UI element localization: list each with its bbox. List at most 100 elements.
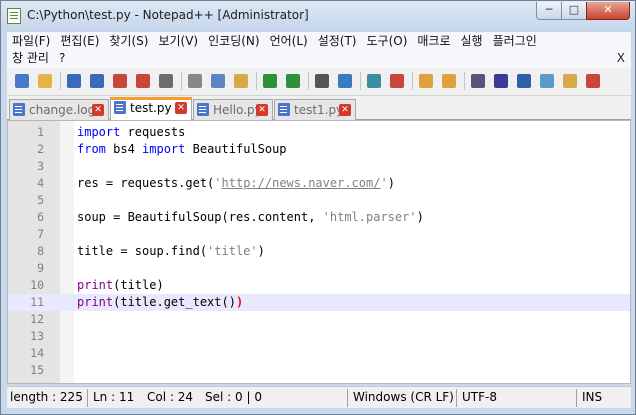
tab-label: test.py: [130, 101, 172, 115]
code-editor[interactable]: 1 import requests 2 from bs4 import Beautif…: [7, 120, 631, 384]
show-all-chars-icon[interactable]: [492, 72, 510, 90]
code-line[interactable]: 13: [8, 328, 630, 345]
menu-row2-1[interactable]: ?: [54, 50, 70, 67]
code-line[interactable]: 3: [8, 158, 630, 175]
menu-row1-10[interactable]: 플러그인: [488, 33, 542, 50]
status-divider: [576, 389, 577, 407]
code-line[interactable]: 8 title = soup.find('title'): [8, 243, 630, 260]
code-text[interactable]: print(title.get_text()): [77, 294, 243, 311]
maximize-button[interactable]: □: [561, 2, 587, 20]
code-line[interactable]: 9: [8, 260, 630, 277]
menu-row1-3[interactable]: 보기(V): [153, 33, 203, 50]
replace-icon[interactable]: [336, 72, 354, 90]
title-bar[interactable]: C:\Python\test.py - Notepad++ [Administr…: [1, 1, 635, 31]
copy-icon[interactable]: [209, 72, 227, 90]
close-all-icon[interactable]: [134, 72, 152, 90]
zoom-out-icon[interactable]: [388, 72, 406, 90]
tab-hello-py[interactable]: Hello.py ✕: [193, 99, 273, 120]
menu-row1-1[interactable]: 편집(E): [55, 33, 104, 50]
status-encoding[interactable]: UTF-8: [462, 390, 497, 404]
code-line[interactable]: 14: [8, 345, 630, 362]
find-icon[interactable]: [313, 72, 331, 90]
menu-row1-7[interactable]: 도구(O): [362, 33, 413, 50]
tab-test-py[interactable]: test.py ✕: [110, 97, 192, 120]
menu-row1-0[interactable]: 파일(F): [7, 33, 55, 50]
line-number: 10: [30, 278, 44, 292]
menu-row1-5[interactable]: 언어(L): [265, 33, 313, 50]
menu-row1-8[interactable]: 매크로: [412, 33, 455, 50]
tab-test1-py[interactable]: test1.py ✕: [274, 99, 356, 120]
status-insert-mode[interactable]: INS: [582, 390, 602, 404]
code-line[interactable]: 1 import requests: [8, 124, 630, 141]
code-line[interactable]: 4 res = requests.get('http://news.naver.c…: [8, 175, 630, 192]
print-icon[interactable]: [157, 72, 175, 90]
code-line[interactable]: 15: [8, 362, 630, 379]
tab-label: change.log: [29, 103, 96, 117]
new-file-icon[interactable]: [13, 72, 31, 90]
sync-horizontal-icon[interactable]: [440, 72, 458, 90]
document-icon: [278, 103, 290, 116]
record-macro-icon[interactable]: [584, 72, 602, 90]
paste-icon[interactable]: [232, 72, 250, 90]
zoom-in-icon[interactable]: [365, 72, 383, 90]
menu-row-secondary: 창 관리?: [7, 50, 70, 68]
undo-icon[interactable]: [261, 72, 279, 90]
close-all-icon-glyph: [136, 74, 150, 88]
close-icon[interactable]: [111, 72, 129, 90]
menu-row1-9[interactable]: 실행: [456, 33, 488, 50]
code-line[interactable]: 7: [8, 226, 630, 243]
code-lines[interactable]: 1 import requests 2 from bs4 import Beautif…: [8, 124, 630, 379]
menu-row1-4[interactable]: 인코딩(N): [203, 33, 264, 50]
code-text[interactable]: res = requests.get('http://news.naver.co…: [77, 175, 395, 192]
minimize-button[interactable]: ─: [536, 2, 562, 20]
save-all-icon-glyph: [90, 74, 104, 88]
code-text[interactable]: print(title): [77, 277, 164, 294]
code-line[interactable]: 2 from bs4 import BeautifulSoup: [8, 141, 630, 158]
document-icon: [114, 101, 126, 114]
indent-guide-icon-glyph: [517, 74, 531, 88]
line-number: 2: [37, 142, 44, 156]
code-text[interactable]: import requests: [77, 124, 185, 141]
function-list-icon[interactable]: [561, 72, 579, 90]
zoom-out-icon-glyph: [390, 74, 404, 88]
tab-close-icon[interactable]: ✕: [92, 104, 104, 116]
line-number: 15: [30, 363, 44, 377]
close-window-button[interactable]: ✕: [586, 2, 630, 20]
status-line: Ln : 11: [93, 390, 135, 404]
code-line[interactable]: 5: [8, 192, 630, 209]
sync-vertical-icon[interactable]: [417, 72, 435, 90]
close-document-button[interactable]: X: [617, 51, 625, 65]
redo-icon[interactable]: [284, 72, 302, 90]
tab-close-icon[interactable]: ✕: [256, 104, 268, 116]
tab-change-log[interactable]: change.log ✕: [9, 99, 109, 120]
save-icon[interactable]: [65, 72, 83, 90]
status-column: Col : 24: [147, 390, 193, 404]
open-file-icon[interactable]: [36, 72, 54, 90]
tab-close-icon[interactable]: ✕: [175, 102, 187, 114]
menu-row1-2[interactable]: 찾기(S): [104, 33, 153, 50]
toolbar-separator: [60, 72, 61, 90]
menu-row2-0[interactable]: 창 관리: [7, 50, 54, 67]
sync-vertical-icon-glyph: [419, 74, 433, 88]
open-file-icon-glyph: [38, 74, 52, 88]
document-icon: [197, 103, 209, 116]
menu-row1-6[interactable]: 설정(T): [313, 33, 362, 50]
save-all-icon[interactable]: [88, 72, 106, 90]
code-text[interactable]: soup = BeautifulSoup(res.content, 'html.…: [77, 209, 424, 226]
code-line[interactable]: 11 print(title.get_text()): [8, 294, 630, 311]
line-number: 1: [37, 125, 44, 139]
doc-map-icon[interactable]: [538, 72, 556, 90]
code-line[interactable]: 12: [8, 311, 630, 328]
word-wrap-icon[interactable]: [469, 72, 487, 90]
code-text[interactable]: title = soup.find('title'): [77, 243, 265, 260]
code-line[interactable]: 6 soup = BeautifulSoup(res.content, 'html…: [8, 209, 630, 226]
toolbar-separator: [464, 72, 465, 90]
code-text[interactable]: from bs4 import BeautifulSoup: [77, 141, 287, 158]
line-number: 7: [37, 227, 44, 241]
status-eol[interactable]: Windows (CR LF): [353, 390, 454, 404]
tab-close-icon[interactable]: ✕: [339, 104, 351, 116]
indent-guide-icon[interactable]: [515, 72, 533, 90]
cut-icon[interactable]: [186, 72, 204, 90]
code-line[interactable]: 10 print(title): [8, 277, 630, 294]
toolbar: [7, 68, 631, 96]
